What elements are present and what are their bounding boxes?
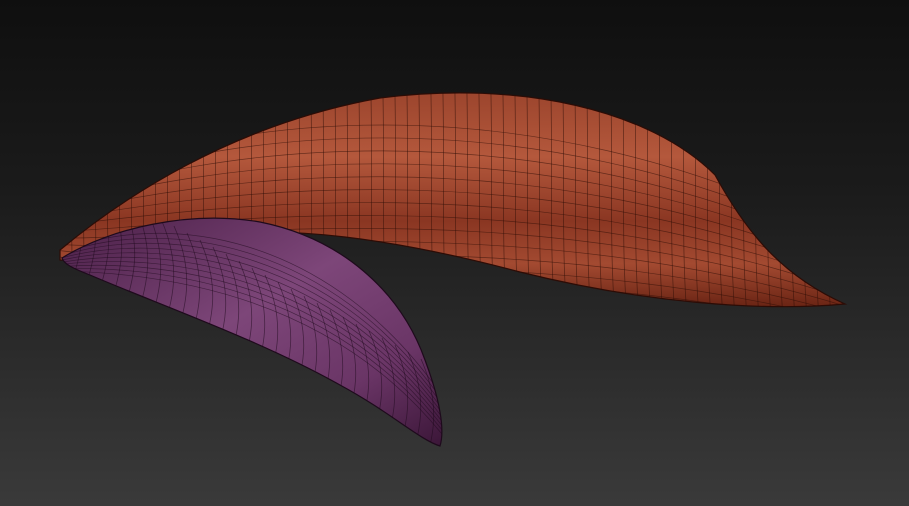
wire-line bbox=[825, 92, 833, 307]
wire-line bbox=[81, 92, 89, 307]
wire-line bbox=[117, 92, 125, 307]
3d-viewport[interactable] bbox=[0, 0, 909, 506]
wire-line bbox=[105, 92, 113, 307]
wire-line bbox=[93, 92, 101, 307]
wire-line bbox=[441, 372, 442, 446]
wire-line bbox=[837, 92, 845, 307]
wire-line bbox=[69, 92, 77, 307]
viewport-canvas[interactable] bbox=[0, 0, 909, 506]
